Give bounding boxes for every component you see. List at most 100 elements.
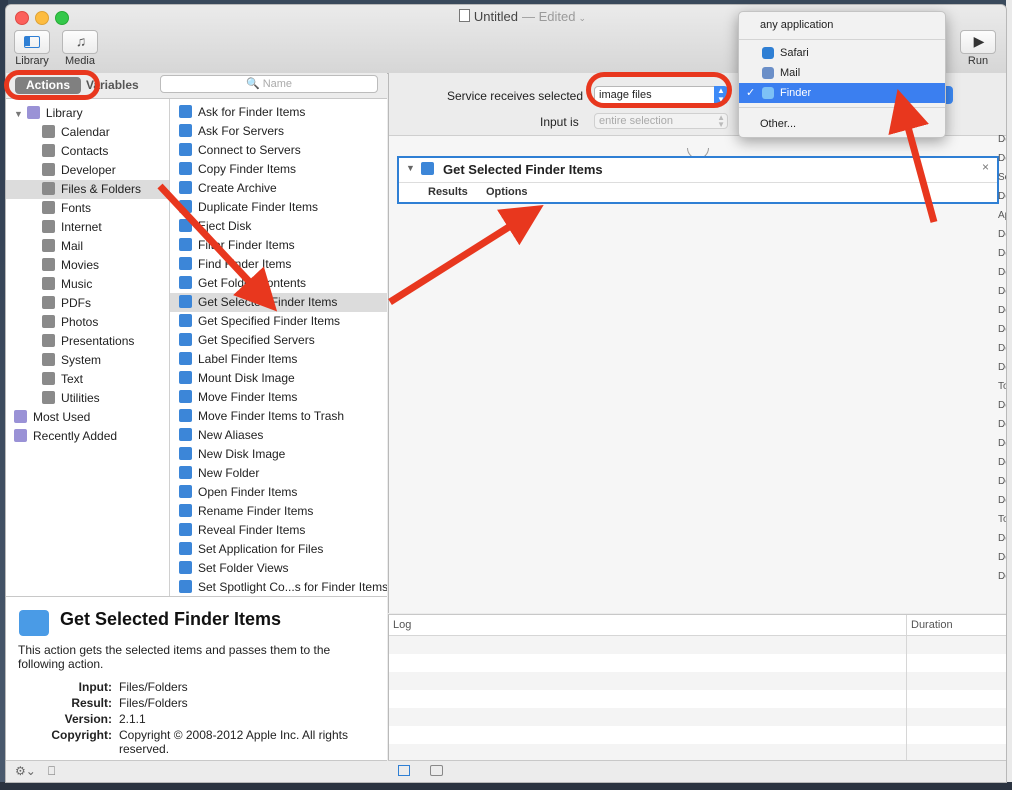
sidebar-item-text[interactable]: Text <box>6 370 169 389</box>
gear-icon[interactable]: ⚙⌄ <box>15 764 36 778</box>
sidebar-item-contacts[interactable]: Contacts <box>6 142 169 161</box>
flow-view-icon[interactable] <box>430 765 443 776</box>
media-icon: ♫ <box>75 33 87 49</box>
description-title: Get Selected Finder Items <box>60 609 282 629</box>
description-toggle-icon[interactable]: ⎕ <box>48 764 55 779</box>
workflow-action-get-selected-finder-items[interactable]: ▼ Get Selected Finder Items × Results Op… <box>397 156 999 204</box>
action-item[interactable]: New Folder <box>170 464 387 483</box>
annotation-oval-actions <box>4 70 100 100</box>
action-icon <box>179 181 192 194</box>
action-item[interactable]: Get Folder Contents <box>170 274 387 293</box>
sidebar-item-label: Contacts <box>61 144 109 158</box>
sidebar-item-calendar[interactable]: Calendar <box>6 123 169 142</box>
window-title[interactable]: Untitled — Edited ⌄ <box>6 9 586 24</box>
action-item-label: Filter Finder Items <box>198 238 295 252</box>
action-item[interactable]: Reveal Finder Items <box>170 521 387 540</box>
action-item[interactable]: Mount Disk Image <box>170 369 387 388</box>
sidebar-item-photos[interactable]: Photos <box>6 313 169 332</box>
input-is-select[interactable]: entire selection ▲ ▼ <box>594 113 728 129</box>
sidebar-item-fonts[interactable]: Fonts <box>6 199 169 218</box>
action-item-label: Get Selected Finder Items <box>198 295 338 309</box>
action-item-label: Duplicate Finder Items <box>198 200 319 214</box>
sidebar-item-pdfs[interactable]: PDFs <box>6 294 169 313</box>
sidebar-item-most-used[interactable]: Most Used <box>6 408 169 427</box>
action-item[interactable]: Ask for Finder Items <box>170 103 387 122</box>
sidebar-item-presentations[interactable]: Presentations <box>6 332 169 351</box>
action-icon <box>179 276 192 289</box>
duration-column-header[interactable]: Duration <box>911 615 953 635</box>
action-item[interactable]: New Disk Image <box>170 445 387 464</box>
sidebar-item-mail[interactable]: Mail <box>6 237 169 256</box>
action-item[interactable]: Find Finder Items <box>170 255 387 274</box>
action-item[interactable]: Eject Disk <box>170 217 387 236</box>
action-item[interactable]: Get Specified Servers <box>170 331 387 350</box>
action-item[interactable]: Get Specified Finder Items <box>170 312 387 331</box>
menu-item-safari[interactable]: Safari <box>739 43 945 63</box>
action-item-label: New Disk Image <box>198 447 286 461</box>
sidebar-item-utilities[interactable]: Utilities <box>6 389 169 408</box>
action-item[interactable]: Create Archive <box>170 179 387 198</box>
action-item[interactable]: Label Finder Items <box>170 350 387 369</box>
sidebar-item-movies[interactable]: Movies <box>6 256 169 275</box>
action-item[interactable]: Open Finder Items <box>170 483 387 502</box>
annotation-oval-image-files <box>586 72 732 108</box>
action-item[interactable]: Filter Finder Items <box>170 236 387 255</box>
action-item[interactable]: New Aliases <box>170 426 387 445</box>
sidebar-item-label: Utilities <box>61 391 100 405</box>
sidebar-item-label: Text <box>61 372 84 386</box>
action-item[interactable]: Get Selected Finder Items <box>170 293 387 312</box>
sidebar-item-recently-added[interactable]: Recently Added <box>6 427 169 446</box>
menu-item-any-application[interactable]: any application <box>739 15 945 35</box>
chevron-down-icon: ⌄ <box>578 13 586 23</box>
sidebar-item-files-folders[interactable]: Files & Folders <box>6 180 169 199</box>
sidebar-item-library[interactable]: ▼ Library <box>6 104 169 123</box>
action-item[interactable]: Copy Finder Items <box>170 160 387 179</box>
options-tab[interactable]: Options <box>486 186 528 198</box>
menu-item-finder[interactable]: ✓ Finder <box>739 83 945 103</box>
category-icon <box>14 429 27 442</box>
finder-icon <box>19 610 49 636</box>
action-icon <box>179 219 192 232</box>
menu-item-mail[interactable]: Mail <box>739 63 945 83</box>
action-icon <box>179 504 192 517</box>
category-icon <box>42 258 55 271</box>
input-is-label: Input is <box>540 115 579 129</box>
sidebar-item-internet[interactable]: Internet <box>6 218 169 237</box>
sidebar-item-music[interactable]: Music <box>6 275 169 294</box>
close-icon[interactable]: × <box>982 160 989 174</box>
action-item[interactable]: Connect to Servers <box>170 141 387 160</box>
disclosure-triangle-icon[interactable]: ▼ <box>14 109 23 119</box>
sidebar-item-developer[interactable]: Developer <box>6 161 169 180</box>
sidebar-item-system[interactable]: System <box>6 351 169 370</box>
run-button[interactable]: ▶ <box>960 30 996 54</box>
action-item[interactable]: Set Folder Views <box>170 559 387 578</box>
action-item[interactable]: Rename Finder Items <box>170 502 387 521</box>
log-column-header[interactable]: Log <box>393 615 411 635</box>
action-item[interactable]: Move Finder Items to Trash <box>170 407 387 426</box>
action-item[interactable]: Ask For Servers <box>170 122 387 141</box>
action-item[interactable]: Set Spotlight Co...s for Finder Items <box>170 578 387 596</box>
action-title: Get Selected Finder Items <box>443 162 603 177</box>
category-icon <box>42 372 55 385</box>
action-item[interactable]: Set Application for Files <box>170 540 387 559</box>
action-item[interactable]: Duplicate Finder Items <box>170 198 387 217</box>
action-item-label: Ask for Finder Items <box>198 105 306 119</box>
media-button[interactable]: ♫ <box>62 30 98 54</box>
category-icon <box>42 296 55 309</box>
log-pane: Log Duration <box>388 614 1006 762</box>
sidebar-item-label: Most Used <box>33 410 91 424</box>
menu-item-other[interactable]: Other... <box>739 114 945 134</box>
results-tab[interactable]: Results <box>428 186 468 198</box>
category-icon <box>42 220 55 233</box>
action-item[interactable]: Move Finder Items <box>170 388 387 407</box>
action-icon <box>179 466 192 479</box>
application-select-stepper[interactable] <box>945 86 953 104</box>
sidebar-item-label: Files & Folders <box>61 182 142 196</box>
library-button[interactable] <box>14 30 50 54</box>
media-label: Media <box>65 55 95 67</box>
list-view-icon[interactable] <box>398 765 410 776</box>
stepper-icon: ▲ ▼ <box>717 113 725 129</box>
action-icon <box>179 314 192 327</box>
search-input[interactable]: 🔍 Name <box>160 75 378 93</box>
disclosure-triangle-icon[interactable]: ▼ <box>406 163 415 173</box>
